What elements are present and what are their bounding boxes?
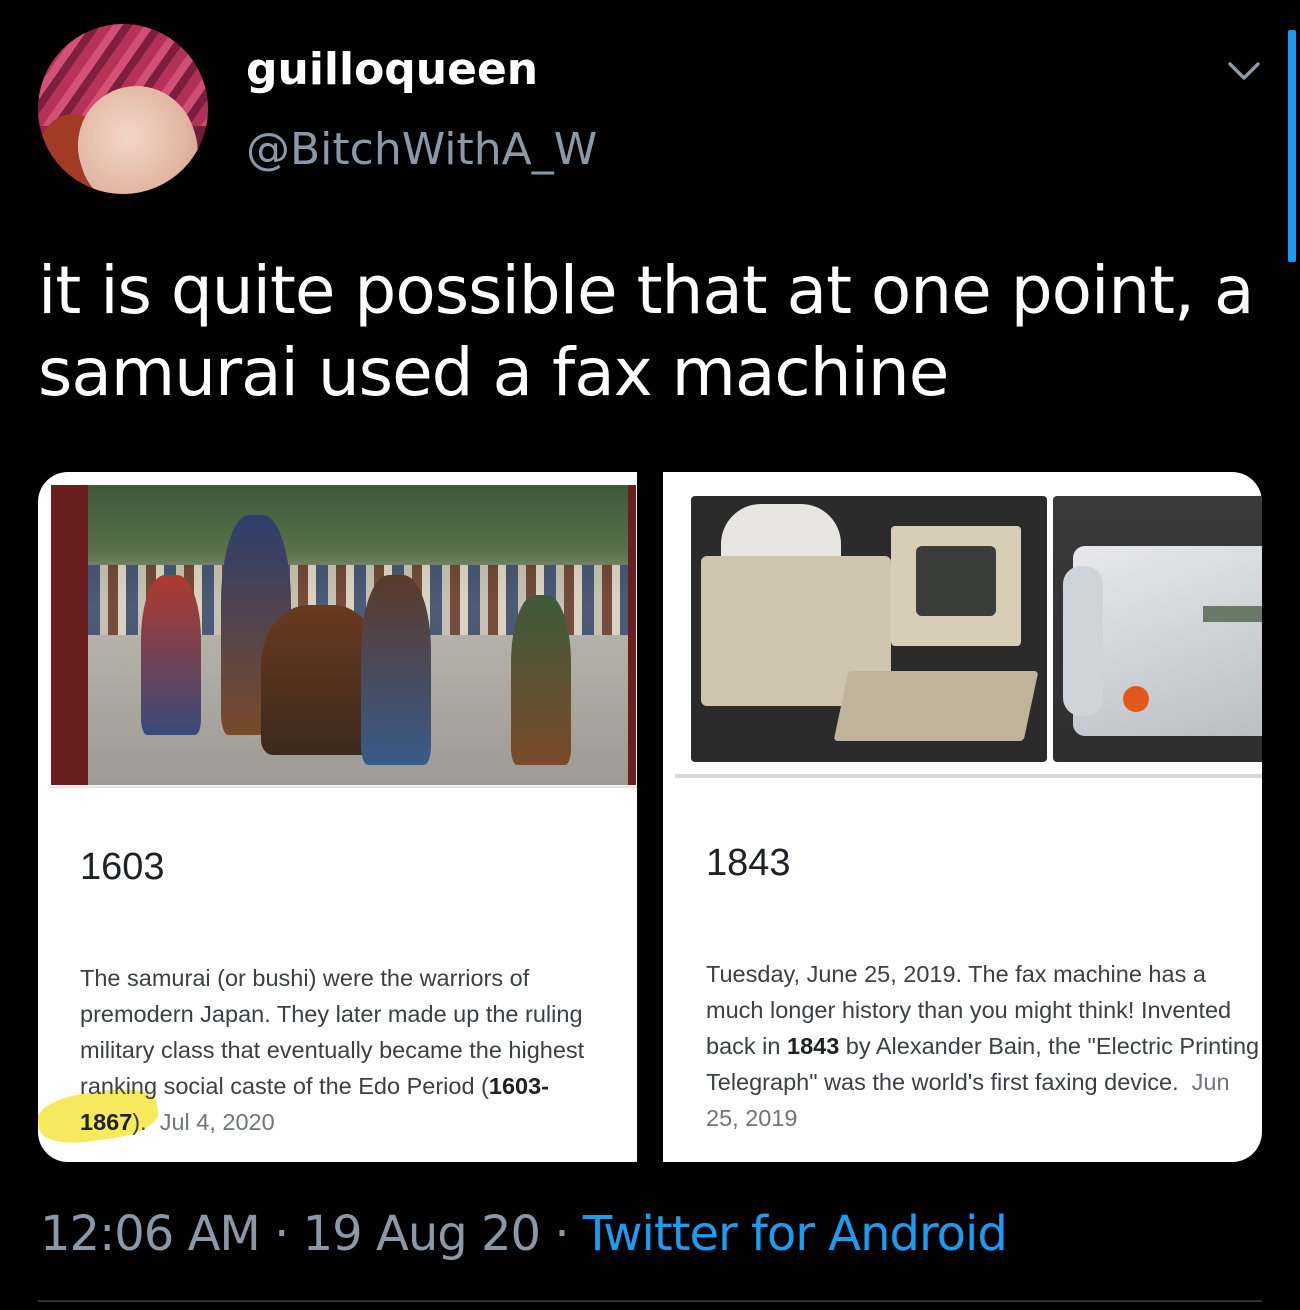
modern-fax-photo <box>1053 496 1262 762</box>
fax-machine-photo <box>691 496 1047 762</box>
card-snippet: Tuesday, June 25, 2019. The fax machine … <box>706 956 1262 1136</box>
card-divider <box>675 774 1262 778</box>
fax-handset <box>1063 566 1103 716</box>
user-handle[interactable]: @BitchWithA_W <box>246 124 597 175</box>
tweet-media[interactable]: 1603 The samurai (or bushi) were the war… <box>38 472 1262 1162</box>
card-year: 1843 <box>706 842 791 884</box>
meta-separator: · <box>274 1206 289 1262</box>
fax-keyboard <box>833 671 1039 741</box>
card-divider <box>50 786 637 788</box>
tweet-time[interactable]: 12:06 AM <box>40 1206 261 1262</box>
meta-separator: · <box>554 1206 569 1262</box>
tweet-source-link[interactable]: Twitter for Android <box>583 1206 1008 1262</box>
scrollbar[interactable] <box>1288 30 1296 262</box>
tweet-meta: 12:06 AM · 19 Aug 20 · Twitter for Andro… <box>40 1206 1008 1262</box>
search-card-samurai[interactable]: 1603 The samurai (or bushi) were the war… <box>38 472 637 1162</box>
fax-sticker <box>1123 686 1149 712</box>
snippet-bold: 1843 <box>787 1033 840 1059</box>
display-name[interactable]: guilloqueen <box>246 44 538 95</box>
fax-screen <box>916 546 996 616</box>
divider <box>38 1300 1262 1302</box>
tweet-text: it is quite possible that at one point, … <box>38 252 1254 411</box>
snippet-after: ). <box>132 1109 147 1135</box>
samurai-figure <box>141 575 201 735</box>
samurai-figure <box>361 575 431 765</box>
card-snippet: The samurai (or bushi) were the warriors… <box>80 960 632 1140</box>
avatar[interactable] <box>38 24 208 194</box>
chevron-down-icon[interactable] <box>1226 58 1262 84</box>
samurai-photo <box>51 485 636 785</box>
search-card-fax[interactable]: 1843 Tuesday, June 25, 2019. The fax mac… <box>663 472 1262 1162</box>
fax-display <box>1203 606 1262 622</box>
samurai-figure <box>511 595 571 765</box>
tweet-date[interactable]: 19 Aug 20 <box>303 1206 541 1262</box>
card-year: 1603 <box>80 846 165 888</box>
snippet-date: Jul 4, 2020 <box>159 1109 275 1135</box>
